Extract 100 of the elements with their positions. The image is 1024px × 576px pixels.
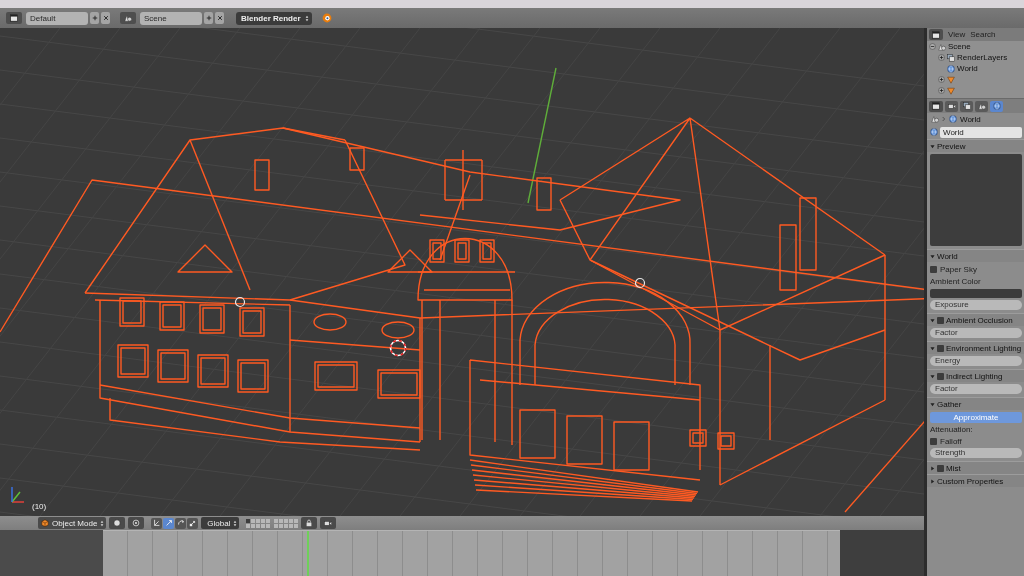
- app-logo-icon: [321, 13, 332, 23]
- panel-header[interactable]: Gather: [927, 397, 1024, 410]
- outliner-item-label[interactable]: Scene: [948, 42, 971, 51]
- layer-button[interactable]: [274, 518, 279, 523]
- transform-tool-button[interactable]: [187, 517, 199, 529]
- layer-button[interactable]: [266, 518, 271, 523]
- panel-header[interactable]: Environment Lighting: [927, 341, 1024, 354]
- properties-tab[interactable]: [960, 100, 973, 112]
- panel-header[interactable]: Preview: [927, 139, 1024, 152]
- checkbox[interactable]: [930, 265, 937, 273]
- checkbox-label[interactable]: Paper Sky: [940, 264, 977, 274]
- layer-button[interactable]: [284, 518, 289, 523]
- cube-icon: [41, 519, 49, 527]
- axes-icon: [152, 519, 161, 527]
- layer-button[interactable]: [279, 518, 284, 523]
- panel-header[interactable]: World: [927, 249, 1024, 262]
- window-icon: [932, 102, 940, 110]
- checkbox[interactable]: [937, 464, 944, 472]
- shading-dropdown[interactable]: [109, 517, 126, 529]
- add-button[interactable]: [90, 12, 99, 24]
- add-button[interactable]: [204, 12, 213, 24]
- layer-button[interactable]: [246, 523, 251, 528]
- panel-title: Indirect Lighting: [946, 371, 1003, 381]
- layer-button[interactable]: [284, 523, 289, 528]
- color-swatch-field[interactable]: [930, 288, 1022, 298]
- close-icon: [102, 15, 109, 21]
- properties-tab[interactable]: [975, 100, 988, 112]
- layer-button[interactable]: [261, 523, 266, 528]
- panel-title: Custom Properties: [937, 476, 1004, 486]
- render-preview-button[interactable]: [320, 517, 337, 529]
- world-name-field[interactable]: World: [940, 126, 1022, 138]
- camera-icon: [947, 102, 956, 110]
- panel-title: Mist: [946, 463, 961, 473]
- scene-selector-button[interactable]: [120, 12, 136, 24]
- layer-button[interactable]: [289, 518, 294, 523]
- layer-button[interactable]: [261, 518, 266, 523]
- editor-type-button[interactable]: [929, 29, 943, 40]
- delete-button[interactable]: [101, 12, 110, 24]
- menu-item[interactable]: Search: [970, 30, 996, 39]
- curved-arrow-icon: [176, 519, 185, 527]
- layer-button[interactable]: [294, 518, 299, 523]
- lock-button[interactable]: [301, 517, 318, 529]
- number-field[interactable]: Strength: [930, 448, 1022, 458]
- layer-button[interactable]: [246, 518, 251, 523]
- globe-icon: [992, 102, 1001, 110]
- number-field[interactable]: Factor: [930, 328, 1022, 338]
- number-field[interactable]: Exposure: [930, 300, 1022, 310]
- layer-button[interactable]: [251, 518, 256, 523]
- layer-button[interactable]: [294, 523, 299, 528]
- sphere-icon: [113, 519, 122, 527]
- image-stack-icon: [947, 53, 955, 62]
- checkbox[interactable]: [937, 372, 944, 380]
- layer-button[interactable]: [279, 523, 284, 528]
- panel-header[interactable]: Indirect Lighting: [927, 369, 1024, 382]
- render-engine-dropdown[interactable]: Blender Render: [236, 11, 312, 25]
- pivot-dropdown[interactable]: [128, 517, 145, 529]
- plus-toggle-icon[interactable]: [938, 76, 945, 83]
- panel-header[interactable]: Mist: [927, 461, 1024, 474]
- 3d-cursor-icon[interactable]: [388, 338, 408, 358]
- scene-field[interactable]: Scene: [140, 11, 202, 25]
- transform-tool-button[interactable]: [175, 517, 187, 529]
- checkbox[interactable]: [930, 437, 937, 445]
- outliner-item-label[interactable]: World: [957, 64, 978, 73]
- panel-header[interactable]: Custom Properties: [927, 474, 1024, 487]
- mode-dropdown[interactable]: Object Mode: [38, 517, 107, 529]
- plus-toggle-icon[interactable]: [938, 54, 945, 61]
- panel-header[interactable]: Ambient Occlusion: [927, 313, 1024, 326]
- checkbox-label[interactable]: Falloff: [940, 436, 962, 446]
- origin-point-icon[interactable]: [634, 277, 646, 289]
- origin-point-icon[interactable]: [234, 296, 246, 308]
- breadcrumb-item[interactable]: World: [960, 114, 981, 124]
- orientation-dropdown[interactable]: Global: [201, 517, 240, 529]
- layer-button[interactable]: [266, 523, 271, 528]
- layer-button[interactable]: [251, 523, 256, 528]
- checkbox[interactable]: [937, 344, 944, 352]
- layer-button[interactable]: [256, 523, 261, 528]
- properties-tab[interactable]: [945, 100, 958, 112]
- image-stack-icon: [962, 102, 971, 110]
- transform-tool-button[interactable]: [151, 517, 163, 529]
- checkbox[interactable]: [937, 316, 944, 324]
- plus-toggle-icon[interactable]: [938, 87, 945, 94]
- layer-button[interactable]: [274, 523, 279, 528]
- number-field[interactable]: Factor: [930, 384, 1022, 394]
- delete-button[interactable]: [215, 12, 224, 24]
- outliner-item-label[interactable]: RenderLayers: [957, 53, 1008, 62]
- layer-button[interactable]: [256, 518, 261, 523]
- transform-tool-button[interactable]: [163, 517, 175, 529]
- properties-tab[interactable]: [990, 100, 1003, 112]
- cone-and-sphere-icon: [977, 102, 986, 110]
- editor-type-button[interactable]: [929, 100, 943, 112]
- number-field[interactable]: Energy: [930, 356, 1022, 366]
- minus-toggle-icon[interactable]: [929, 43, 936, 50]
- menu-item[interactable]: View: [948, 30, 966, 39]
- globe-icon: [949, 115, 957, 123]
- 3d-viewport[interactable]: (10): [0, 28, 924, 516]
- cone-and-sphere-icon: [124, 14, 132, 22]
- screen-layout-field[interactable]: Default: [26, 11, 88, 25]
- field-label: Ambient Color: [930, 276, 981, 286]
- editor-type-button[interactable]: [6, 12, 22, 24]
- layer-button[interactable]: [289, 523, 294, 528]
